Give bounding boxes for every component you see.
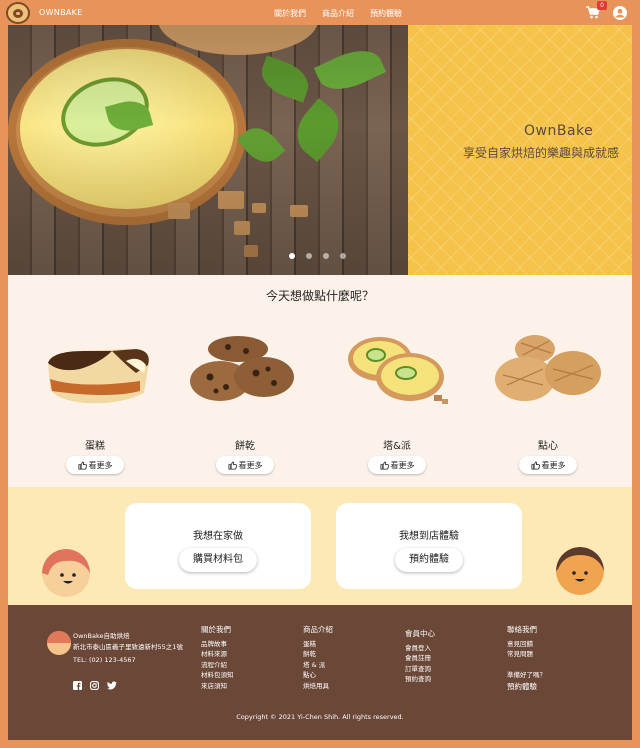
- category-name: 塔&派: [383, 441, 411, 452]
- hero-subtitle: 享受自家烘焙的樂趣與成就感: [463, 146, 620, 160]
- cake-image: [40, 329, 150, 409]
- cart-count-badge: 0: [597, 1, 607, 10]
- category-card-cookie: 餅乾 看更多: [185, 329, 305, 474]
- call-to-action-section: 我想在家做 購買材料包 我想到店體驗 預約體驗: [8, 487, 632, 605]
- book-experience-card: 我想到店體驗 預約體驗: [336, 503, 522, 589]
- footer-column-contact: 聯絡我們 意見回饋 常見問題 準備好了嗎？ 預約體驗: [507, 625, 546, 693]
- nav-links: 關於我們 商品介紹 預約體驗: [274, 8, 418, 19]
- nav-link-about[interactable]: 關於我們: [274, 8, 306, 19]
- footer-link[interactable]: 來店須知: [201, 681, 234, 692]
- carousel-dot-2[interactable]: [306, 253, 312, 259]
- footer-heading: 關於我們: [201, 625, 231, 634]
- category-section-title: 今天想做點什麼呢？: [265, 289, 374, 303]
- girl-face-illustration: [42, 549, 90, 597]
- footer-booking-link[interactable]: 預約體驗: [507, 682, 546, 693]
- category-section: 今天想做點什麼呢？ 蛋糕 看更多 餅乾 看更多 塔&派 看更多 點心 看更多: [8, 275, 632, 487]
- footer-company-name: OwnBake自助烘焙: [73, 632, 130, 640]
- nav-link-booking[interactable]: 預約體驗: [370, 8, 402, 19]
- view-more-button-cake[interactable]: 看更多: [66, 456, 124, 474]
- footer-link[interactable]: 材料來源: [201, 649, 234, 660]
- view-more-button-tart-pie[interactable]: 看更多: [368, 456, 426, 474]
- footer-link[interactable]: 常見問題: [507, 649, 546, 660]
- footer-link[interactable]: 烘焙用具: [303, 681, 333, 692]
- twitter-icon[interactable]: [107, 681, 117, 690]
- book-experience-button[interactable]: 預約體驗: [395, 548, 463, 572]
- category-card-tart-pie: 塔&派 看更多: [337, 329, 457, 474]
- footer-logo-icon: [47, 631, 71, 655]
- buy-kit-button[interactable]: 購買材料包: [179, 548, 257, 572]
- footer-link[interactable]: 會員註冊: [405, 653, 435, 664]
- footer-link[interactable]: 點心: [303, 670, 333, 681]
- carousel-dot-3[interactable]: [323, 253, 329, 259]
- footer-link[interactable]: 流程介紹: [201, 660, 234, 671]
- hand-point-icon: [77, 461, 87, 470]
- tart-image: [342, 329, 452, 409]
- copyright-text: Copyright © 2021 Yi-Chen Shih. All right…: [236, 713, 404, 721]
- footer-ready-text: 準備好了嗎？: [507, 670, 546, 679]
- footer-column-member: 會員中心 會員登入 會員註冊 訂單查詢 預約查詢: [405, 629, 435, 685]
- user-icon[interactable]: [613, 6, 627, 20]
- footer-company-info: OwnBake自助烘焙 新北市泰山區義子里致遠新村55之1號 TEL: (02)…: [73, 631, 185, 666]
- buy-kit-card: 我想在家做 購買材料包: [125, 503, 311, 589]
- category-card-dessert: 點心 看更多: [488, 329, 608, 474]
- book-experience-text: 我想到店體驗: [399, 531, 459, 542]
- nav-link-products[interactable]: 商品介紹: [322, 8, 354, 19]
- category-card-cake: 蛋糕 看更多: [35, 329, 155, 474]
- footer-link[interactable]: 訂單查詢: [405, 664, 435, 675]
- view-more-label: 看更多: [238, 460, 263, 470]
- footer-heading: 聯絡我們: [507, 625, 537, 634]
- carousel-indicators: [289, 253, 346, 259]
- site-footer: OwnBake自助烘焙 新北市泰山區義子里致遠新村55之1號 TEL: (02)…: [8, 605, 632, 740]
- cookie-image: [190, 329, 300, 409]
- top-navbar: OWNBAKE 關於我們 商品介紹 預約體驗 0: [0, 0, 640, 25]
- footer-heading: 會員中心: [405, 629, 435, 638]
- footer-link[interactable]: 會員登入: [405, 643, 435, 654]
- footer-link[interactable]: 塔 & 派: [303, 660, 333, 671]
- hero-lemon-tart-image: [8, 25, 408, 275]
- footer-link[interactable]: 材料包須知: [201, 670, 234, 681]
- footer-column-products: 商品介紹 蛋糕 餅乾 塔 & 派 點心 烘焙用具: [303, 625, 333, 691]
- footer-address: 新北市泰山區義子里致遠新村55之1號: [73, 643, 183, 651]
- facebook-icon[interactable]: [73, 681, 82, 690]
- buy-kit-text: 我想在家做: [193, 531, 243, 542]
- category-name: 蛋糕: [85, 441, 105, 452]
- hand-point-icon: [227, 461, 237, 470]
- footer-tel: TEL: (02) 123-4567: [73, 656, 136, 664]
- view-more-button-cookie[interactable]: 看更多: [216, 456, 274, 474]
- category-name: 餅乾: [235, 441, 255, 452]
- view-more-label: 看更多: [390, 460, 415, 470]
- instagram-icon[interactable]: [90, 681, 99, 690]
- footer-link[interactable]: 蛋糕: [303, 639, 333, 650]
- hand-point-icon: [530, 461, 540, 470]
- view-more-button-dessert[interactable]: 看更多: [519, 456, 577, 474]
- view-more-label: 看更多: [541, 460, 566, 470]
- footer-heading: 商品介紹: [303, 625, 333, 634]
- brand-name[interactable]: OWNBAKE: [39, 8, 83, 17]
- footer-column-about: 關於我們 品牌故事 材料來源 流程介紹 材料包須知 來店須知: [201, 625, 234, 691]
- donut-logo-icon[interactable]: [6, 2, 30, 24]
- footer-link[interactable]: 預約查詢: [405, 674, 435, 685]
- hand-point-icon: [379, 461, 389, 470]
- carousel-dot-4[interactable]: [340, 253, 346, 259]
- hero-carousel[interactable]: OwnBake 享受自家烘焙的樂趣與成就感: [8, 25, 632, 275]
- main-content: OwnBake 享受自家烘焙的樂趣與成就感 今天想做點什麼呢？ 蛋糕 看更多 餅…: [8, 25, 632, 740]
- boy-face-illustration: [556, 547, 604, 595]
- social-links: [73, 681, 117, 690]
- carousel-dot-1[interactable]: [289, 253, 295, 259]
- hero-title: OwnBake: [524, 123, 594, 139]
- footer-link[interactable]: 意見回饋: [507, 639, 546, 650]
- footer-link[interactable]: 品牌故事: [201, 639, 234, 650]
- pastry-image: [493, 329, 603, 409]
- category-name: 點心: [538, 441, 558, 452]
- footer-link[interactable]: 餅乾: [303, 649, 333, 660]
- view-more-label: 看更多: [88, 460, 113, 470]
